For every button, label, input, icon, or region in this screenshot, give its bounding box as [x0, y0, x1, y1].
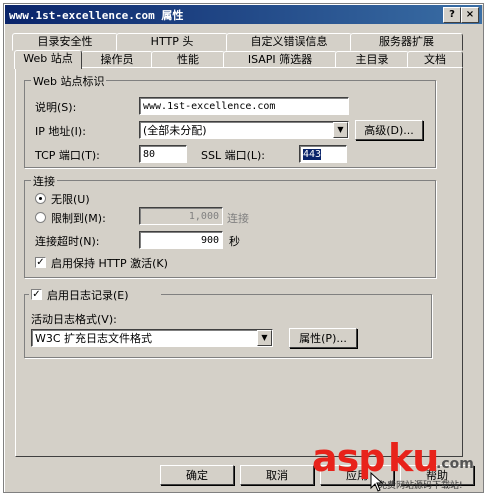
ok-button[interactable]: 确定	[160, 465, 234, 485]
ip-address-dropdown[interactable]: (全部未分配) ▼	[139, 121, 349, 139]
connection-limit-input[interactable]: 1,000	[139, 207, 223, 225]
tab-server-extensions[interactable]: 服务器扩展	[350, 33, 463, 51]
mouse-cursor-icon	[370, 472, 384, 492]
keepalive-label: 启用保持 HTTP 激活(K)	[51, 257, 168, 270]
unlimited-label: 无限(U)	[51, 193, 90, 206]
unlimited-radio[interactable]	[35, 193, 46, 204]
ssl-port-input[interactable]: 443	[299, 145, 347, 163]
logging-legend: ✓ 启用日志记录(E)	[29, 287, 161, 302]
window-title: www.1st-excellence.com 属性	[9, 9, 184, 22]
site-identification-group: Web 站点标识 说明(S): www.1st-excellence.com I…	[24, 73, 436, 168]
cancel-button[interactable]: 取消	[240, 465, 314, 485]
tab-http-headers[interactable]: HTTP 头	[116, 33, 228, 51]
tab-panel-web-site: Web 站点标识 说明(S): www.1st-excellence.com I…	[15, 67, 463, 457]
properties-dialog: www.1st-excellence.com 属性 ? × 目录安全性 HTTP…	[3, 3, 484, 493]
enable-logging-checkbox[interactable]: ✓	[31, 289, 42, 300]
tab-custom-errors[interactable]: 自定义错误信息	[226, 33, 352, 51]
watermark-tagline: 免费网站源码下载站!	[378, 481, 463, 491]
timeout-unit-label: 秒	[229, 235, 240, 248]
chevron-down-icon[interactable]: ▼	[257, 330, 272, 346]
logging-group: ✓ 启用日志记录(E) 活动日志格式(V): W3C 扩充日志文件格式 ▼ 属性…	[24, 287, 432, 358]
limit-to-radio[interactable]	[35, 212, 46, 223]
timeout-label: 连接超时(N):	[35, 235, 100, 248]
tab-web-site[interactable]: Web 站点	[14, 50, 82, 69]
tab-directory-security[interactable]: 目录安全性	[12, 33, 118, 51]
close-button[interactable]: ×	[461, 7, 479, 23]
enable-logging-label: 启用日志记录(E)	[47, 289, 129, 302]
ssl-port-value: 443	[303, 149, 322, 160]
limit-to-label: 限制到(M):	[51, 212, 106, 225]
log-format-value: W3C 扩充日志文件格式	[35, 332, 153, 345]
watermark-brand-ku: ku	[388, 436, 439, 480]
site-identification-legend: Web 站点标识	[31, 73, 107, 89]
title-bar[interactable]: www.1st-excellence.com 属性 ? ×	[5, 5, 482, 24]
connection-unit-label: 连接	[227, 212, 249, 225]
keepalive-checkbox[interactable]: ✓	[35, 257, 46, 268]
tcp-port-input[interactable]: 80	[139, 145, 187, 163]
ssl-port-label: SSL 端口(L):	[201, 149, 266, 162]
help-question-button[interactable]: ?	[443, 7, 461, 23]
chevron-down-icon[interactable]: ▼	[333, 122, 348, 138]
timeout-input[interactable]: 900	[139, 231, 223, 249]
connection-legend: 连接	[31, 173, 57, 189]
tcp-port-label: TCP 端口(T):	[35, 149, 100, 162]
advanced-button[interactable]: 高级(D)...	[355, 120, 423, 140]
watermark-domain: .com	[436, 456, 474, 472]
description-input[interactable]: www.1st-excellence.com	[139, 97, 349, 115]
connection-group: 连接 无限(U) 限制到(M): 1,000 连接 连接超时(N): 900 秒…	[24, 173, 436, 278]
log-format-label: 活动日志格式(V):	[31, 313, 117, 326]
log-format-dropdown[interactable]: W3C 扩充日志文件格式 ▼	[31, 329, 273, 347]
log-properties-button[interactable]: 属性(P)...	[289, 328, 357, 348]
ip-address-value: (全部未分配)	[143, 124, 207, 137]
ip-address-label: IP 地址(I):	[35, 125, 86, 138]
description-label: 说明(S):	[35, 101, 77, 114]
